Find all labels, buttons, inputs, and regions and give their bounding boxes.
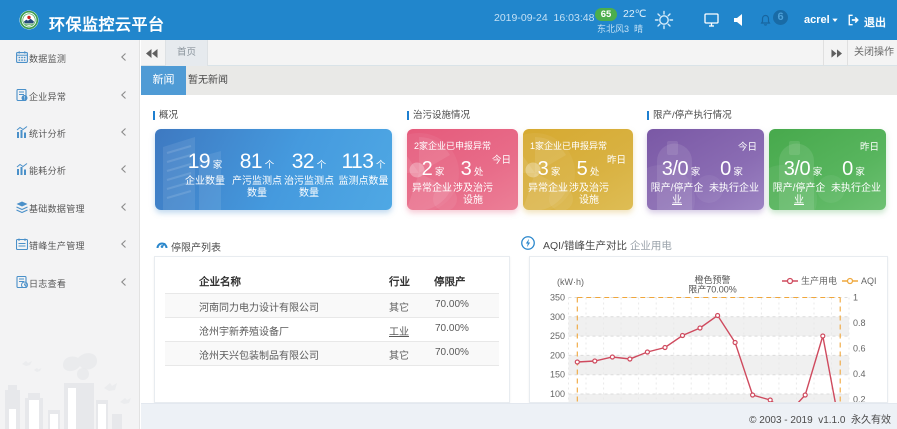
svg-text:AQI: AQI [861,276,877,286]
svg-text:(kW·h): (kW·h) [557,277,584,287]
svg-text:350: 350 [550,293,565,303]
svg-text:150: 150 [550,370,565,380]
svg-text:橙色预警: 橙色预警 [694,274,730,285]
svg-text:200: 200 [550,350,565,360]
svg-text:0.4: 0.4 [853,369,866,379]
svg-text:300: 300 [550,312,565,322]
svg-text:0.2: 0.2 [853,395,866,403]
svg-text:限产70.00%: 限产70.00% [688,284,737,295]
svg-text:0.8: 0.8 [853,318,866,328]
svg-text:生产用电: 生产用电 [801,275,837,286]
svg-text:0.6: 0.6 [853,344,866,354]
svg-text:250: 250 [550,331,565,341]
svg-text:100: 100 [550,389,565,399]
svg-text:!: ! [24,95,25,100]
svg-text:1: 1 [853,293,858,303]
